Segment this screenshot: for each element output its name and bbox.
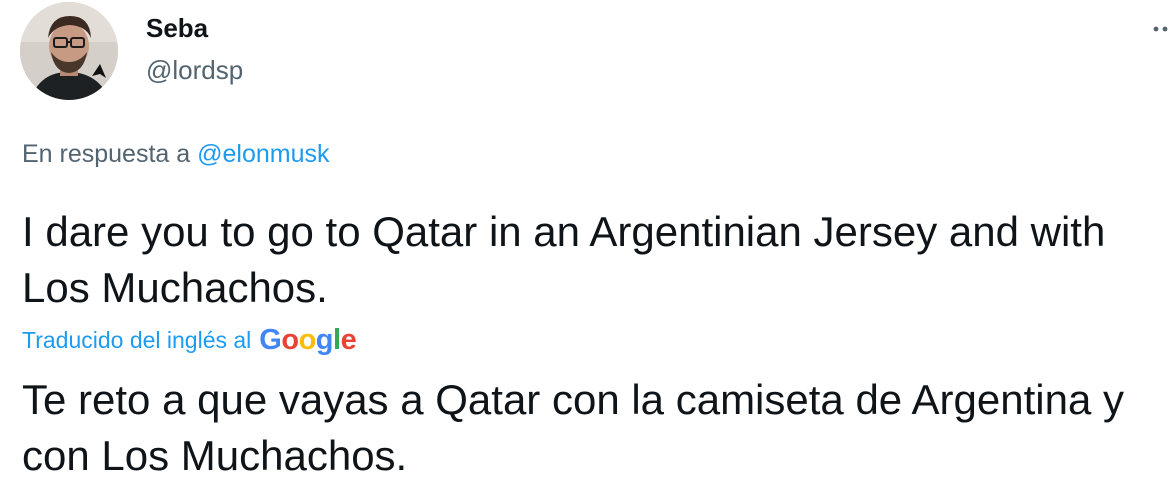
tweet-text: I dare you to go to Qatar in an Argentin… xyxy=(22,208,1106,311)
translated-tweet-text: Te reto a que vayas a Qatar con la camis… xyxy=(22,376,1124,479)
tweet: Seba @lordsp En respuesta a @elonmusk I … xyxy=(0,0,1170,494)
avatar[interactable] xyxy=(20,2,118,100)
google-logo: Google xyxy=(259,323,357,356)
author-handle[interactable]: @lordsp xyxy=(146,54,243,86)
translation-label[interactable]: Traducido del inglés al xyxy=(22,327,251,354)
reply-prefix: En respuesta a xyxy=(22,140,191,168)
more-options-icon[interactable] xyxy=(1150,14,1170,44)
translation-attribution: Traducido del inglés al Google xyxy=(22,322,357,358)
author-display-name[interactable]: Seba xyxy=(146,12,208,44)
avatar-photo xyxy=(20,2,118,100)
reply-context: En respuesta a @elonmusk xyxy=(22,138,330,170)
reply-mention-link[interactable]: @elonmusk xyxy=(197,140,329,168)
